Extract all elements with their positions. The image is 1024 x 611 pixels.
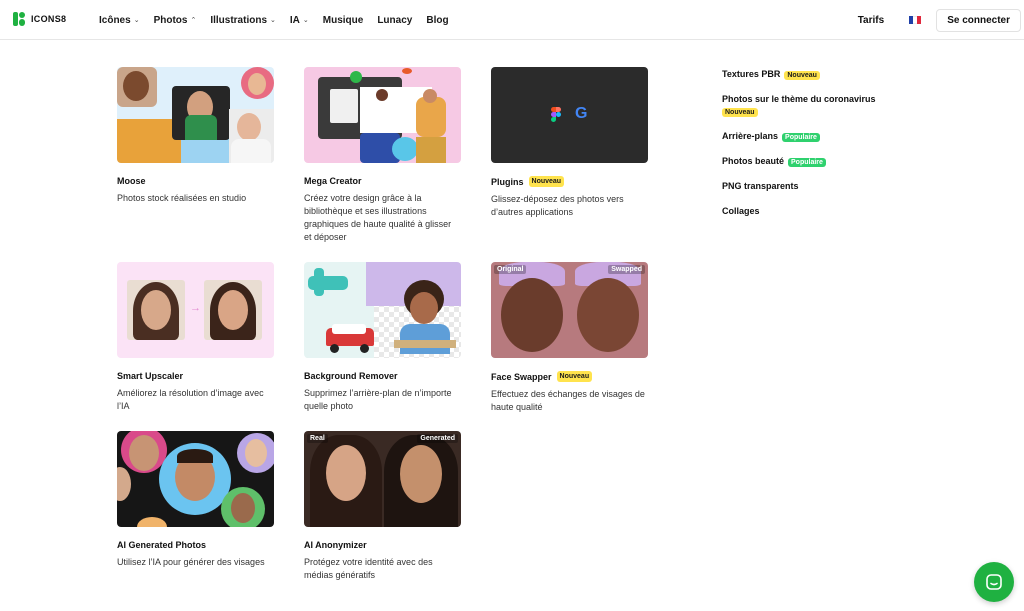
chevron-down-icon: ⌄ bbox=[133, 17, 140, 24]
card-moose-title: Moose bbox=[117, 176, 274, 186]
ai-generated-photos-thumbnail bbox=[117, 431, 274, 527]
login-button[interactable]: Se connecter bbox=[936, 8, 1021, 32]
card-mega-creator-title: Mega Creator bbox=[304, 176, 461, 186]
card-face-swapper-desc: Effectuez des échanges de visages de hau… bbox=[491, 389, 645, 412]
sidebar-item-textures-pbr[interactable]: Textures PBR Nouveau bbox=[722, 68, 922, 80]
sidebar-item-label: Collages bbox=[722, 206, 760, 216]
card-face-swapper[interactable]: Original Swapped Face Swapper Nouveau Eff… bbox=[491, 262, 648, 414]
top-navbar: ICONS8 Icônes ⌄ Photos ⌃ Illustrations ⌄ IA… bbox=[0, 0, 1024, 40]
nav-musique[interactable]: Musique bbox=[323, 15, 364, 26]
sidebar-item-label: Arrière-plans bbox=[722, 131, 779, 141]
nav-blog-label: Blog bbox=[426, 14, 449, 26]
nav-blog[interactable]: Blog bbox=[426, 15, 448, 26]
new-badge: Nouveau bbox=[528, 176, 565, 187]
sidebar-item-label: Textures PBR bbox=[722, 69, 781, 79]
nav-musique-label: Musique bbox=[322, 14, 364, 26]
plugins-thumbnail: G bbox=[491, 67, 648, 163]
header-actions: Tarifs Se connecter bbox=[858, 0, 1024, 40]
figma-icon bbox=[551, 107, 561, 122]
card-smart-upscaler-title: Smart Upscaler bbox=[117, 371, 274, 381]
nav-photos[interactable]: Photos ⌃ bbox=[154, 15, 197, 26]
card-mega-creator[interactable]: Mega Creator Créez votre design grâce à … bbox=[304, 67, 461, 244]
card-title-text: Smart Upscaler bbox=[117, 371, 184, 381]
card-ai-anonymizer-title: AI Anonymizer bbox=[304, 540, 461, 550]
icons8-logo[interactable]: ICONS8 bbox=[13, 12, 66, 26]
chat-button[interactable] bbox=[974, 562, 1014, 602]
card-plugins-title: Plugins Nouveau bbox=[491, 176, 648, 187]
sidebar-item-label: Photos sur le thème du coronavirus bbox=[722, 94, 876, 104]
chat-icon bbox=[986, 574, 1002, 590]
icons8-logo-icon bbox=[13, 12, 25, 26]
ai-anonymizer-thumbnail: Real Generated bbox=[304, 431, 461, 527]
new-badge: Nouveau bbox=[784, 71, 820, 80]
nav-ia-label: IA bbox=[289, 14, 300, 26]
main-nav: Icônes ⌄ Photos ⌃ Illustrations ⌄ IA ⌄ Musiq… bbox=[99, 0, 463, 40]
card-smart-upscaler[interactable]: → Smart Upscaler Améliorez la résolution… bbox=[117, 262, 274, 413]
sidebar-item-transparent-png[interactable]: PNG transparents bbox=[722, 180, 922, 192]
card-mega-creator-desc: Créez votre design grâce à la bibliothèq… bbox=[304, 193, 452, 242]
sidebar-item-label: PNG transparents bbox=[722, 181, 799, 191]
smart-upscaler-thumbnail: → bbox=[117, 262, 274, 358]
sidebar-item-backgrounds[interactable]: Arrière-plans Populaire bbox=[722, 130, 922, 142]
card-background-remover-title: Background Remover bbox=[304, 371, 461, 381]
photos-sidebar-links: Textures PBR Nouveau Photos sur le thème … bbox=[722, 68, 922, 230]
moose-thumbnail bbox=[117, 67, 274, 163]
card-ai-generated-photos[interactable]: AI Generated Photos Utilisez l’IA pour g… bbox=[117, 431, 274, 569]
real-tag: Real bbox=[307, 434, 328, 443]
card-ai-generated-photos-title: AI Generated Photos bbox=[117, 540, 274, 550]
tarifs-link[interactable]: Tarifs bbox=[858, 15, 885, 26]
card-title-text: Background Remover bbox=[304, 371, 398, 381]
sidebar-item-label: Photos beauté bbox=[722, 156, 785, 166]
nav-illustrations[interactable]: Illustrations ⌄ bbox=[210, 15, 276, 26]
card-ai-anonymizer[interactable]: Real Generated AI Anonymizer Protégez vo… bbox=[304, 431, 461, 582]
chevron-down-icon: ⌄ bbox=[270, 17, 276, 24]
french-flag-icon[interactable] bbox=[909, 16, 922, 24]
card-title-text: Mega Creator bbox=[304, 176, 362, 186]
nav-illustrations-label: Illustrations bbox=[210, 14, 268, 26]
popular-badge: Populaire bbox=[782, 133, 820, 142]
swapped-tag: Swapped bbox=[608, 265, 645, 274]
card-title-text: AI Generated Photos bbox=[117, 540, 207, 550]
card-ai-anonymizer-desc: Protégez votre identité avec des médias … bbox=[304, 557, 433, 580]
brand-name: ICONS8 bbox=[31, 14, 67, 24]
card-title-text: AI Anonymizer bbox=[304, 540, 367, 550]
original-tag: Original bbox=[494, 265, 527, 274]
nav-photos-label: Photos bbox=[153, 14, 188, 26]
nav-lunacy[interactable]: Lunacy bbox=[377, 15, 412, 26]
new-badge: Nouveau bbox=[556, 371, 593, 382]
card-background-remover[interactable]: Background Remover Supprimez l’arrière-p… bbox=[304, 262, 461, 413]
card-title-text: Moose bbox=[117, 176, 146, 186]
nav-icones[interactable]: Icônes ⌄ bbox=[99, 15, 140, 26]
card-moose-desc: Photos stock réalisées en studio bbox=[117, 193, 247, 203]
nav-icones-label: Icônes bbox=[99, 14, 131, 26]
arrow-right-icon: → bbox=[190, 302, 201, 314]
sidebar-item-beauty[interactable]: Photos beauté Populaire bbox=[722, 155, 922, 167]
google-icon: G bbox=[575, 105, 588, 122]
face-swapper-thumbnail: Original Swapped bbox=[491, 262, 648, 358]
card-title-text: Face Swapper bbox=[491, 371, 552, 382]
card-title-text: Plugins bbox=[491, 176, 524, 187]
card-smart-upscaler-desc: Améliorez la résolution d’image avec l’I… bbox=[117, 388, 264, 411]
generated-tag: Generated bbox=[417, 434, 458, 443]
chevron-down-icon: ⌄ bbox=[302, 17, 309, 24]
chevron-up-icon: ⌃ bbox=[190, 17, 197, 24]
card-face-swapper-title: Face Swapper Nouveau bbox=[491, 371, 648, 382]
mega-creator-thumbnail bbox=[304, 67, 461, 163]
sidebar-item-collages[interactable]: Collages bbox=[722, 205, 922, 217]
card-plugins-desc: Glissez-déposez des photos vers d’autres… bbox=[491, 194, 624, 217]
card-plugins[interactable]: G Plugins Nouveau Glissez-déposez des pho… bbox=[491, 67, 648, 219]
card-background-remover-desc: Supprimez l’arrière-plan de n’importe qu… bbox=[304, 388, 452, 411]
sidebar-item-coronavirus[interactable]: Photos sur le thème du coronavirus Nouve… bbox=[722, 93, 922, 117]
new-badge: Nouveau bbox=[722, 108, 758, 117]
card-moose[interactable]: Moose Photos stock réalisées en studio bbox=[117, 67, 274, 205]
popular-badge: Populaire bbox=[788, 158, 826, 167]
background-remover-thumbnail bbox=[304, 262, 461, 358]
nav-ia[interactable]: IA ⌄ bbox=[290, 15, 309, 26]
card-ai-generated-photos-desc: Utilisez l’IA pour générer des visages bbox=[117, 557, 265, 567]
nav-lunacy-label: Lunacy bbox=[377, 14, 413, 26]
